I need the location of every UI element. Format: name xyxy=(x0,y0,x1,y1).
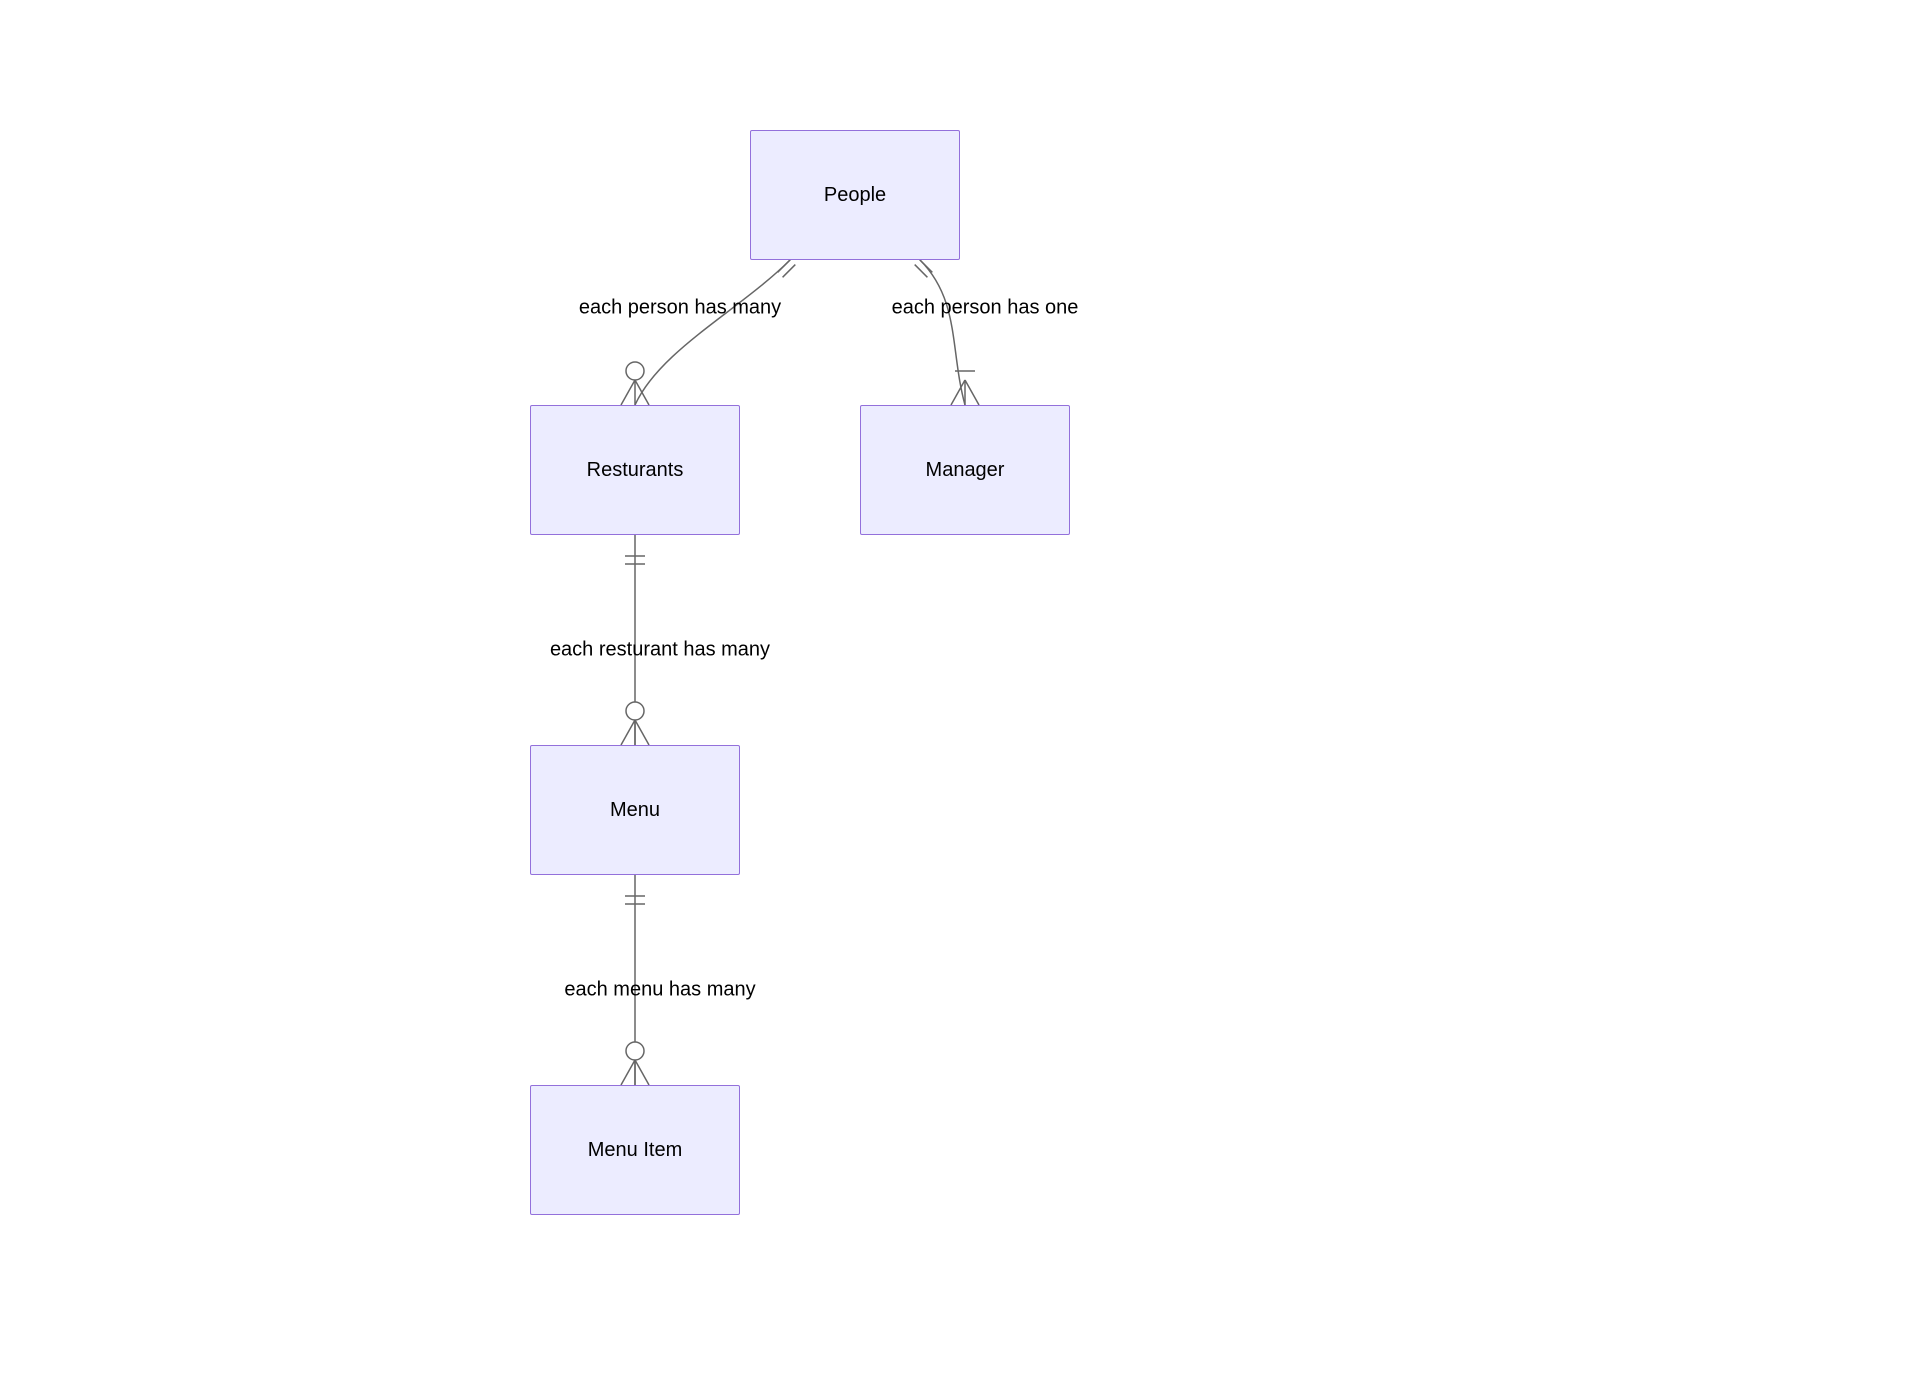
entity-label: Menu xyxy=(610,799,660,822)
rel-label-menu-menuitem: each menu has many xyxy=(564,979,755,1002)
er-diagram-canvas: People Resturants Manager Menu Menu Item… xyxy=(0,0,1908,1374)
entity-label: Resturants xyxy=(587,459,684,482)
rel-label-people-resturants: each person has many xyxy=(579,297,781,320)
rel-label-resturants-menu: each resturant has many xyxy=(550,639,770,662)
entity-label: People xyxy=(824,184,886,207)
entity-menu: Menu xyxy=(530,745,740,875)
entity-label: Manager xyxy=(926,459,1005,482)
notation-one-menu xyxy=(625,896,645,904)
notation-zeromany-menuitem xyxy=(621,1042,649,1085)
entity-menuitem: Menu Item xyxy=(530,1085,740,1215)
notation-one-people-left xyxy=(778,260,796,278)
entity-manager: Manager xyxy=(860,405,1070,535)
entity-people: People xyxy=(750,130,960,260)
notation-one-resturants xyxy=(625,556,645,564)
edge-people-resturants xyxy=(635,260,790,405)
entity-label: Menu Item xyxy=(588,1139,682,1162)
notation-onemany-manager xyxy=(951,371,979,405)
notation-zeromany-resturants xyxy=(621,362,649,405)
edge-people-manager xyxy=(920,260,965,405)
notation-one-people-right xyxy=(915,260,933,278)
entity-resturants: Resturants xyxy=(530,405,740,535)
rel-label-people-manager: each person has one xyxy=(892,297,1079,320)
notation-zeromany-menu xyxy=(621,702,649,745)
